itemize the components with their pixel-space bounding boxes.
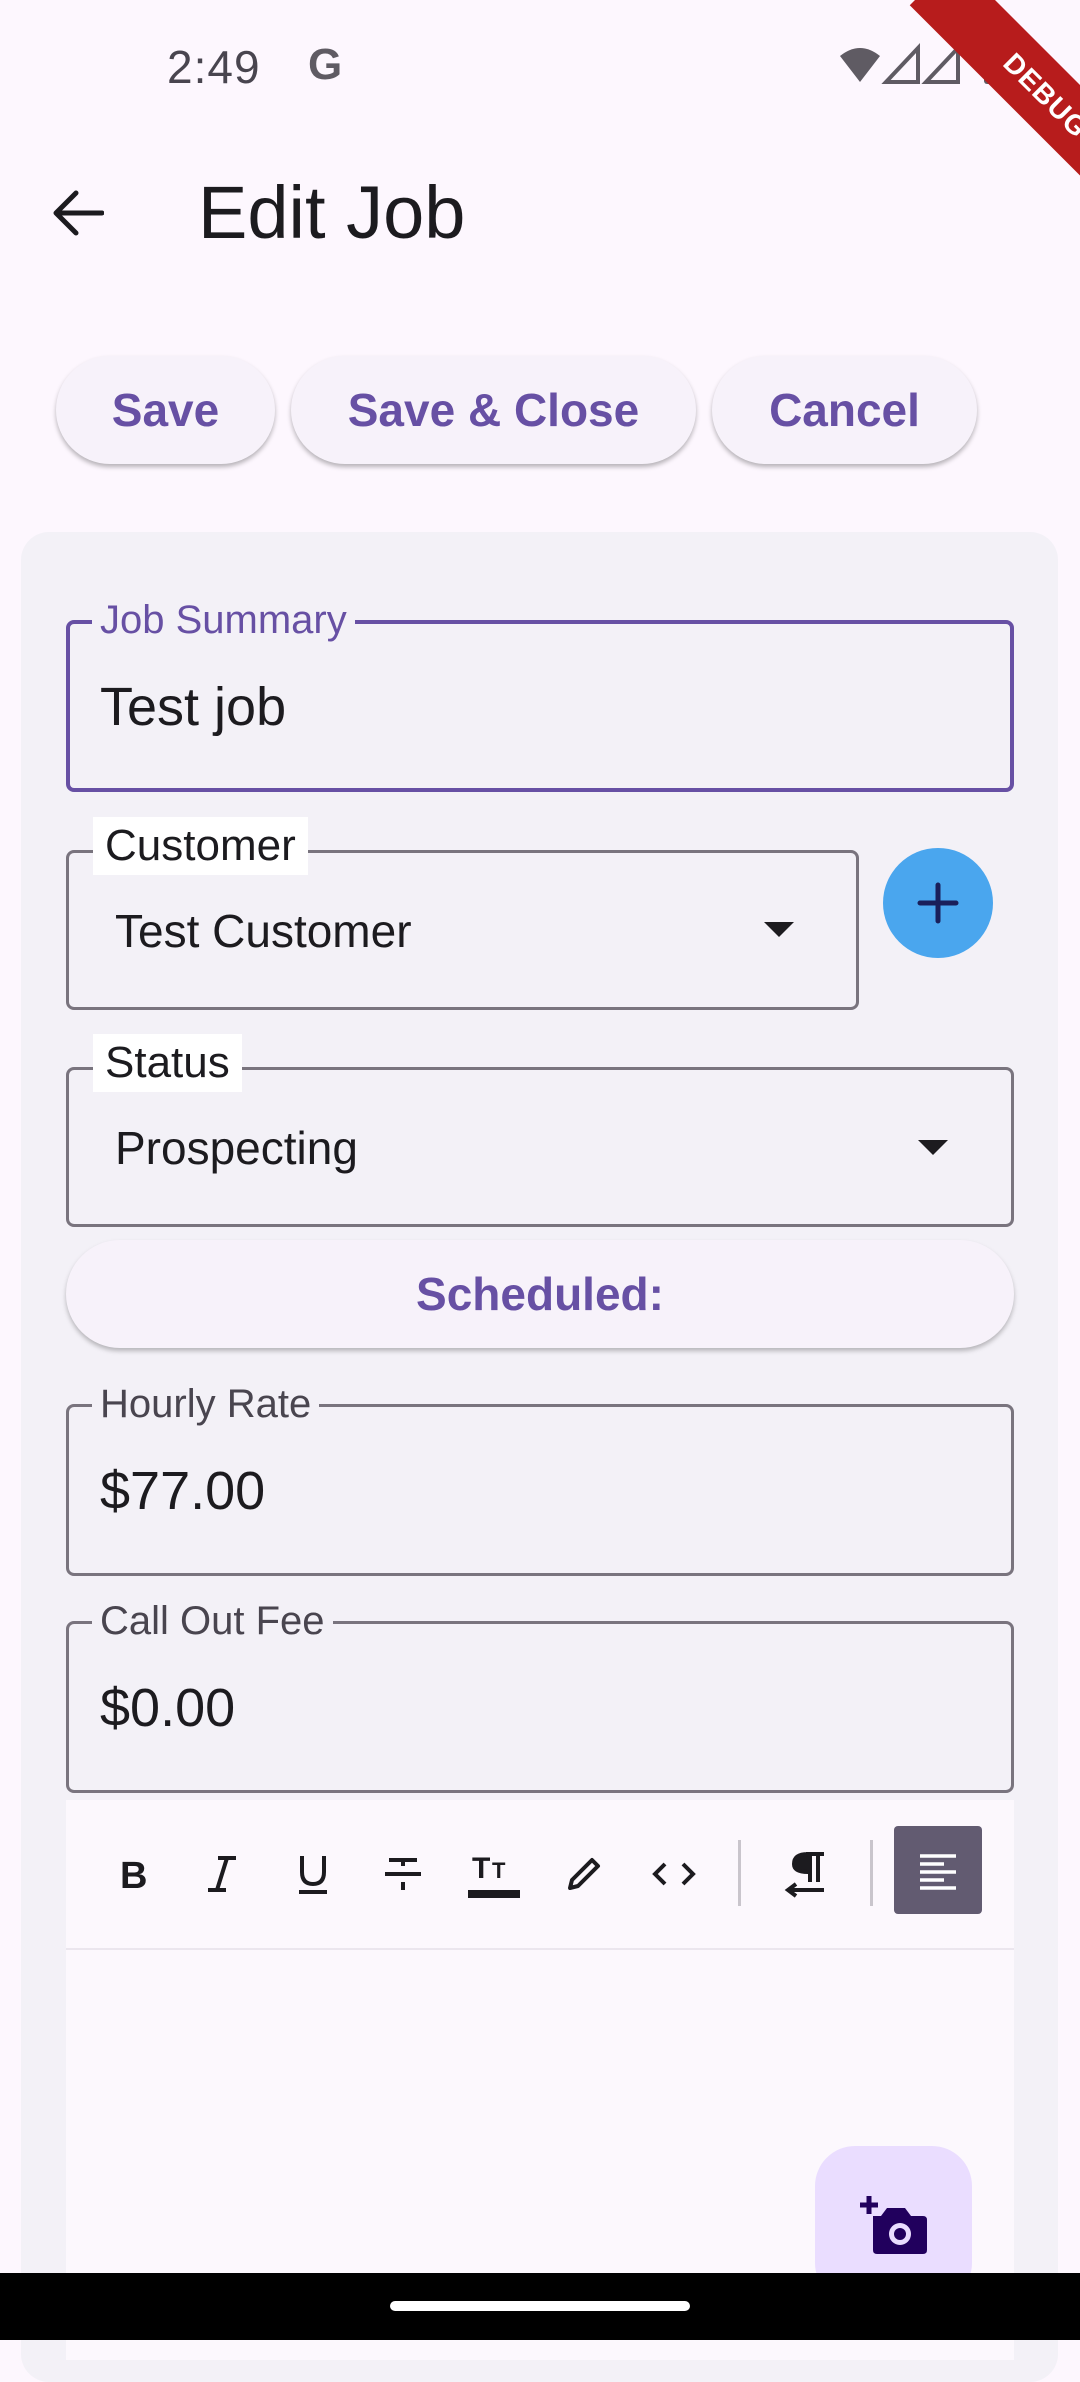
call-out-fee-value[interactable]: $0.00 [100, 1677, 235, 1739]
paragraph-direction-icon [784, 1852, 824, 1898]
cancel-button[interactable]: Cancel [712, 356, 977, 464]
back-button[interactable] [40, 175, 116, 251]
wifi-icon [840, 48, 880, 82]
chevron-down-icon [764, 922, 794, 937]
page-title: Edit Job [198, 171, 466, 254]
align-left-icon-wrap [902, 1834, 974, 1906]
italic-icon [208, 1856, 236, 1892]
text-size-icon: T T [468, 1852, 520, 1898]
underline-icon [299, 1856, 327, 1894]
google-icon: G [308, 40, 343, 89]
status-label: Status [93, 1034, 242, 1092]
highlight-button[interactable] [548, 1838, 620, 1910]
scheduled-button[interactable]: Scheduled: [66, 1240, 1014, 1348]
arrow-back-icon [53, 190, 104, 236]
underline-button[interactable] [277, 1838, 349, 1910]
paragraph-direction-button[interactable] [770, 1838, 842, 1910]
save-button[interactable]: Save [56, 356, 275, 464]
code-icon [652, 1862, 696, 1886]
bold-icon: B [120, 1855, 147, 1896]
add-photo-icon [859, 2195, 927, 2254]
svg-text:T: T [472, 1852, 490, 1885]
customer-label: Customer [93, 817, 308, 875]
highlight-pen-icon [568, 1858, 600, 1890]
save-close-button[interactable]: Save & Close [291, 356, 696, 464]
job-summary-value[interactable]: Test job [100, 676, 286, 738]
job-summary-label: Job Summary [92, 598, 355, 643]
strikethrough-icon [385, 1858, 421, 1890]
bold-button[interactable]: B [96, 1838, 168, 1910]
chevron-down-icon [918, 1140, 948, 1155]
toolbar-separator [738, 1840, 741, 1906]
svg-text:T: T [492, 1858, 506, 1883]
debug-label: DEBUG [997, 46, 1080, 144]
home-handle[interactable] [390, 2301, 690, 2311]
status-time: 2:49 [167, 41, 261, 93]
debug-banner: DEBUG [909, 0, 1080, 232]
align-left-icon [920, 1854, 956, 1890]
text-size-button[interactable]: T T [458, 1838, 530, 1910]
hourly-rate-label: Hourly Rate [92, 1382, 320, 1427]
customer-value[interactable]: Test Customer [115, 904, 412, 958]
code-button[interactable] [638, 1838, 710, 1910]
status-value[interactable]: Prospecting [115, 1121, 358, 1175]
toolbar-separator [870, 1840, 873, 1906]
svg-text:B: B [120, 1855, 147, 1896]
add-customer-button[interactable] [883, 848, 993, 958]
toolbar-divider [66, 1948, 1014, 1950]
cell-signal-icon [921, 42, 960, 84]
strikethrough-button[interactable] [367, 1838, 439, 1910]
hourly-rate-value[interactable]: $77.00 [100, 1460, 265, 1522]
plus-icon [917, 882, 959, 924]
italic-button[interactable] [186, 1838, 258, 1910]
call-out-fee-label: Call Out Fee [92, 1599, 333, 1644]
cell-signal-icon [881, 42, 920, 84]
